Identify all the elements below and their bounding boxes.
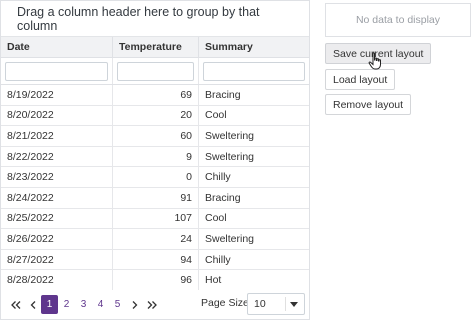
temperature-cell: 96	[113, 270, 199, 290]
filter-cell-date	[1, 58, 113, 84]
table-row[interactable]: 8/21/2022 60 Sweltering	[1, 126, 309, 147]
temperature-cell: 91	[113, 187, 199, 208]
temperature-cell: 107	[113, 208, 199, 229]
temperature-cell: 69	[113, 85, 199, 105]
load-layout-button[interactable]: Load layout	[325, 69, 396, 90]
temperature-cell: 24	[113, 229, 199, 249]
filter-row	[1, 58, 309, 85]
table-row[interactable]: 8/25/2022 107 Cool	[1, 208, 309, 230]
temperature-cell: 9	[113, 146, 199, 167]
summary-cell: Cool	[205, 212, 227, 225]
temperature-filter-input[interactable]	[117, 61, 194, 81]
grid-body: 8/19/2022 69 Bracing 8/20/2022 20 Cool 8…	[1, 85, 309, 291]
summary-cell: Chilly	[205, 171, 231, 184]
layout-panel: No data to display	[325, 3, 471, 37]
summary-cell: Sweltering	[205, 129, 255, 142]
no-data-text: No data to display	[355, 14, 441, 26]
temperature-cell: 94	[113, 249, 199, 270]
date-cell: 8/19/2022	[1, 85, 113, 105]
summary-cell: Hot	[205, 274, 222, 287]
page-size-value: 10	[254, 298, 266, 310]
chevron-down-icon	[290, 302, 298, 307]
remove-layout-button[interactable]: Remove layout	[325, 94, 412, 115]
filter-cell-temperature	[113, 58, 199, 84]
table-row[interactable]: 8/28/2022 96 Hot	[1, 270, 309, 291]
date-cell: 8/24/2022	[1, 187, 113, 208]
summary-cell: Chilly	[205, 253, 231, 266]
date-cell: 8/28/2022	[1, 270, 113, 290]
page-button-2[interactable]: 2	[58, 295, 75, 314]
no-data-box: No data to display	[325, 3, 471, 37]
page-button-5[interactable]: 5	[109, 295, 126, 314]
summary-cell: Cool	[205, 109, 227, 122]
temperature-cell: 60	[113, 126, 199, 146]
table-row[interactable]: 8/23/2022 0 Chilly	[1, 167, 309, 188]
prev-page-icon[interactable]	[24, 295, 41, 314]
table-row[interactable]: 8/19/2022 69 Bracing	[1, 85, 309, 106]
header-row: Date Temperature Summary	[1, 37, 309, 58]
date-cell: 8/23/2022	[1, 167, 113, 187]
date-filter-input[interactable]	[5, 61, 108, 81]
temperature-cell: 20	[113, 105, 199, 126]
summary-cell: Bracing	[205, 88, 241, 101]
temperature-cell: 0	[113, 167, 199, 187]
group-panel-text: Drag a column header here to group by th…	[17, 4, 260, 33]
table-row[interactable]: 8/24/2022 91 Bracing	[1, 187, 309, 209]
data-grid: Drag a column header here to group by th…	[0, 0, 310, 320]
table-row[interactable]: 8/27/2022 94 Chilly	[1, 249, 309, 271]
table-row[interactable]: 8/22/2022 9 Sweltering	[1, 146, 309, 168]
date-cell: 8/20/2022	[1, 105, 113, 126]
last-page-icon[interactable]	[143, 295, 160, 314]
page-size-select[interactable]: 10	[247, 293, 305, 315]
column-header-summary[interactable]: Summary	[199, 37, 309, 57]
page-button-3[interactable]: 3	[75, 295, 92, 314]
summary-cell: Bracing	[205, 191, 241, 204]
hand-cursor-icon	[368, 52, 381, 70]
page-button-1[interactable]: 1	[41, 295, 58, 314]
table-row[interactable]: 8/26/2022 24 Sweltering	[1, 229, 309, 250]
group-panel[interactable]: Drag a column header here to group by th…	[1, 1, 309, 37]
column-header-temperature[interactable]: Temperature	[113, 37, 199, 57]
table-row[interactable]: 8/20/2022 20 Cool	[1, 105, 309, 127]
page-button-4[interactable]: 4	[92, 295, 109, 314]
select-divider	[285, 297, 286, 311]
pager: 1 2 3 4 5 Page Size: 10	[1, 290, 309, 319]
date-cell: 8/27/2022	[1, 249, 113, 270]
date-cell: 8/22/2022	[1, 146, 113, 167]
page-size-label: Page Size:	[201, 297, 252, 309]
summary-cell: Sweltering	[205, 150, 255, 163]
date-cell: 8/26/2022	[1, 229, 113, 249]
summary-filter-input[interactable]	[203, 61, 305, 81]
summary-cell: Sweltering	[205, 232, 255, 245]
column-header-date[interactable]: Date	[1, 37, 113, 57]
date-cell: 8/21/2022	[1, 126, 113, 146]
next-page-icon[interactable]	[126, 295, 143, 314]
filter-cell-summary	[199, 58, 309, 84]
date-cell: 8/25/2022	[1, 208, 113, 229]
first-page-icon[interactable]	[7, 295, 24, 314]
